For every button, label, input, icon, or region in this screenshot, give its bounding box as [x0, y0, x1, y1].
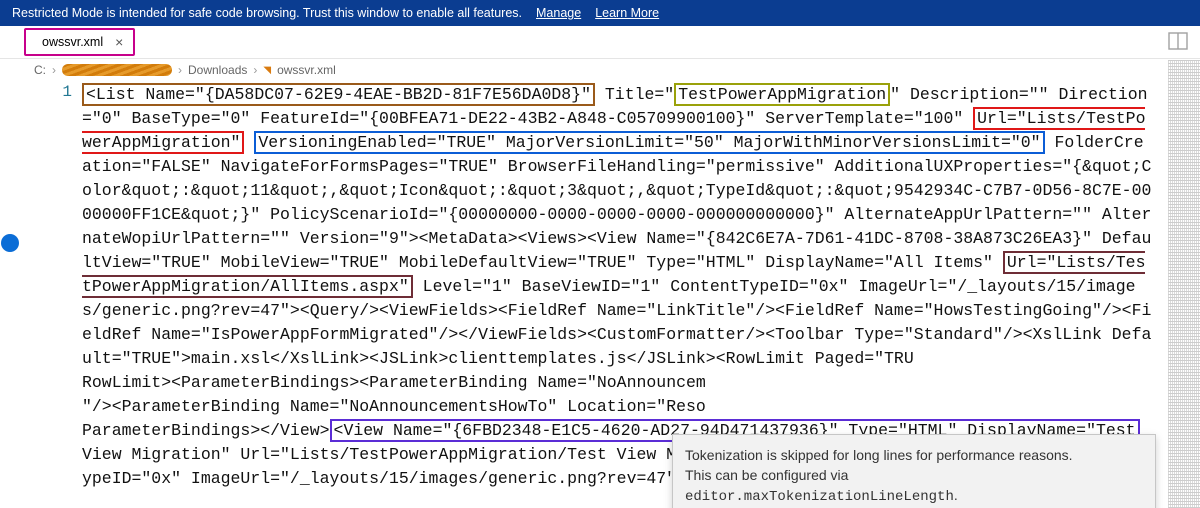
tooltip-setting: editor.maxTokenizationLineLength: [685, 489, 954, 505]
breadcrumb[interactable]: C: › › Downloads › ◥ owssvr.xml: [0, 59, 1200, 79]
tooltip-line1: Tokenization is skipped for long lines f…: [685, 445, 1143, 465]
code-viewport[interactable]: <List Name="{DA58DC07-62E9-4EAE-BB2D-81F…: [82, 79, 1200, 507]
breadcrumb-seg-2: Downloads: [188, 63, 247, 77]
activity-bar: [0, 79, 20, 507]
restricted-manage-link[interactable]: Manage: [536, 6, 581, 20]
hl-list-title: TestPowerAppMigration: [674, 83, 890, 106]
minimap[interactable]: [1168, 60, 1200, 508]
editor-tab-bar: owssvr.xml ×: [0, 26, 1200, 59]
tab-owssvr-xml[interactable]: owssvr.xml ×: [24, 28, 135, 56]
tab-filename: owssvr.xml: [42, 35, 103, 49]
split-editor-icon[interactable]: [1168, 32, 1188, 50]
tooltip-line2: This can be configured via: [685, 467, 848, 483]
close-icon[interactable]: ×: [109, 34, 123, 50]
chevron-right-icon: ›: [253, 63, 257, 77]
chevron-right-icon: ›: [178, 63, 182, 77]
line-number-gutter: 1: [20, 79, 82, 507]
tokenization-tooltip: Tokenization is skipped for long lines f…: [672, 434, 1156, 508]
restricted-mode-message: Restricted Mode is intended for safe cod…: [12, 6, 522, 20]
restricted-mode-banner: Restricted Mode is intended for safe cod…: [0, 0, 1200, 26]
editor-area: 1 <List Name="{DA58DC07-62E9-4EAE-BB2D-8…: [0, 79, 1200, 507]
breadcrumb-seg-3: owssvr.xml: [277, 63, 336, 77]
chevron-right-icon: ›: [52, 63, 56, 77]
hl-list-name: <List Name="{DA58DC07-62E9-4EAE-BB2D-81F…: [82, 83, 595, 106]
restricted-learn-more-link[interactable]: Learn More: [595, 6, 659, 20]
rss-icon: ◥: [263, 65, 271, 76]
breadcrumb-seg-0: C:: [34, 63, 46, 77]
line-number-1: 1: [20, 83, 72, 101]
hl-versioning: VersioningEnabled="TRUE" MajorVersionLim…: [254, 131, 1044, 154]
code-content[interactable]: <List Name="{DA58DC07-62E9-4EAE-BB2D-81F…: [82, 79, 1156, 491]
activity-badge[interactable]: [1, 234, 19, 252]
breadcrumb-redacted: [62, 64, 172, 76]
